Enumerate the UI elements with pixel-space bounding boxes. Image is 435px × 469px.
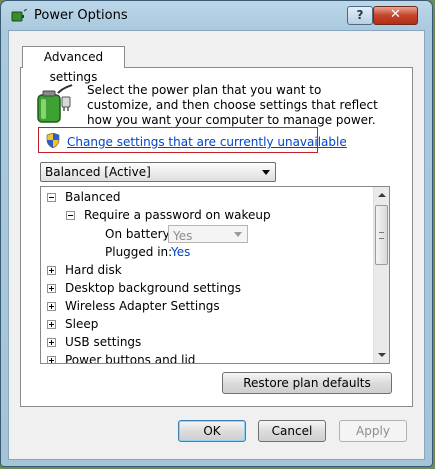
- setting-on-battery: On battery: Yes: [41, 225, 301, 243]
- on-battery-label: On battery:: [105, 227, 173, 241]
- window-title: Power Options: [34, 8, 128, 23]
- collapse-icon[interactable]: [66, 211, 75, 220]
- tree-node-label: Desktop background settings: [65, 281, 241, 295]
- scroll-down-icon[interactable]: [374, 347, 389, 363]
- plugged-in-value-link[interactable]: Yes: [171, 243, 190, 261]
- help-button[interactable]: ?: [347, 6, 373, 25]
- ok-button[interactable]: OK: [178, 420, 246, 442]
- plugged-in-label: Plugged in:: [105, 245, 173, 259]
- tree-node-label: Hard disk: [65, 263, 122, 277]
- power-plan-dropdown[interactable]: Balanced [Active]: [40, 162, 276, 182]
- power-options-icon: [11, 9, 27, 22]
- apply-button[interactable]: Apply: [339, 420, 407, 442]
- settings-tree[interactable]: Balanced Require a password on wakeup On…: [40, 186, 390, 364]
- expand-icon[interactable]: [47, 266, 56, 275]
- expand-icon[interactable]: [47, 338, 56, 347]
- close-button[interactable]: ✕: [373, 6, 418, 25]
- tree-node-label: Wireless Adapter Settings: [65, 299, 220, 313]
- uac-shield-icon: [46, 133, 60, 148]
- intro-text: Select the power plan that you want to c…: [87, 83, 378, 127]
- tree-scrollbar[interactable]: [373, 187, 389, 363]
- chevron-down-icon: [262, 170, 270, 175]
- change-settings-link[interactable]: Change settings that are currently unava…: [67, 135, 347, 149]
- cancel-button[interactable]: Cancel: [258, 420, 326, 442]
- on-battery-dropdown[interactable]: Yes: [168, 225, 248, 243]
- expand-icon[interactable]: [47, 302, 56, 311]
- scroll-up-icon[interactable]: [374, 187, 389, 203]
- expand-icon[interactable]: [47, 284, 56, 293]
- tree-node-label: Balanced: [65, 190, 121, 204]
- tree-node-label: Sleep: [65, 317, 99, 331]
- tree-node-label: Power buttons and lid: [65, 353, 196, 364]
- chevron-down-icon: [234, 232, 242, 237]
- tab-advanced-settings[interactable]: Advanced settings: [22, 46, 125, 84]
- expand-icon[interactable]: [47, 356, 56, 363]
- power-plan-value: Balanced [Active]: [45, 165, 151, 179]
- collapse-icon[interactable]: [47, 193, 56, 202]
- battery-plug-icon: [37, 84, 73, 123]
- tree-node-label: Require a password on wakeup: [84, 208, 271, 222]
- restore-plan-defaults-button[interactable]: Restore plan defaults: [222, 372, 392, 394]
- expand-icon[interactable]: [47, 320, 56, 329]
- scroll-thumb[interactable]: [375, 205, 388, 265]
- tree-node-label: USB settings: [65, 335, 142, 349]
- title-bar[interactable]: Power Options ? ✕: [1, 1, 432, 31]
